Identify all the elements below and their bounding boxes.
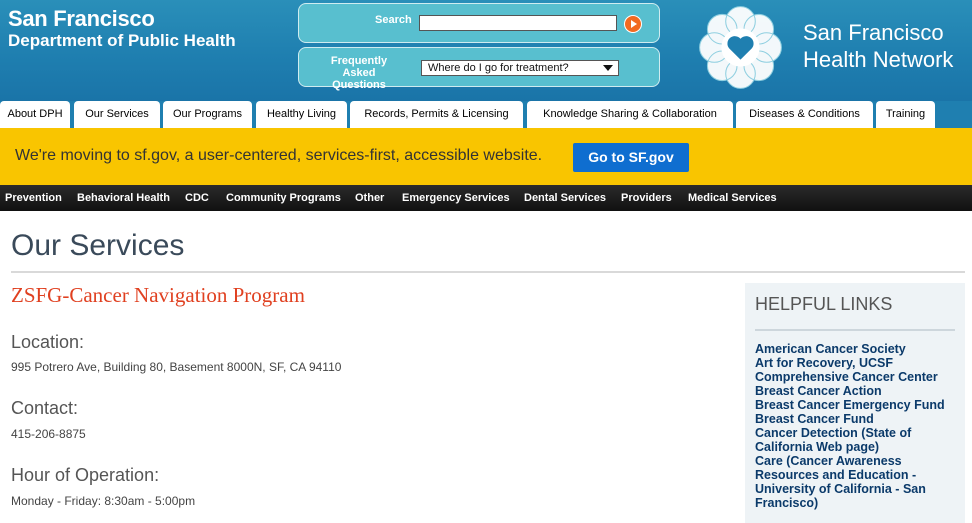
subnav-community-programs[interactable]: Community Programs xyxy=(226,192,341,204)
program-title: ZSFG-Cancer Navigation Program xyxy=(11,283,305,307)
page-title: Our Services xyxy=(11,229,185,262)
helpful-links-sidebar: HELPFUL LINKS American Cancer Society Ar… xyxy=(745,283,965,523)
link-breast-cancer-fund[interactable]: Breast Cancer Fund xyxy=(755,412,960,426)
search-go-icon[interactable] xyxy=(624,15,642,33)
heart-flower-logo-icon[interactable] xyxy=(697,4,784,91)
network-title-line-2: Health Network xyxy=(803,47,954,72)
title-divider xyxy=(11,271,965,273)
link-breast-cancer-emergency-fund[interactable]: Breast Cancer Emergency Fund xyxy=(755,398,960,412)
subnav-emergency-services[interactable]: Emergency Services xyxy=(402,192,510,204)
migration-banner: We're moving to sf.gov, a user-centered,… xyxy=(0,128,972,185)
faq-label: Frequently Asked Questions xyxy=(330,55,388,91)
search-input[interactable] xyxy=(419,15,617,31)
go-to-sfgov-button[interactable]: Go to SF.gov xyxy=(573,143,689,172)
subnav-medical-services[interactable]: Medical Services xyxy=(688,192,777,204)
subnav-prevention[interactable]: Prevention xyxy=(5,192,62,204)
location-label: Location: xyxy=(11,332,85,352)
hours-value: Monday - Friday: 8:30am - 5:00pm xyxy=(11,494,196,508)
tab-knowledge-sharing[interactable]: Knowledge Sharing & Collaboration xyxy=(527,101,733,128)
faq-selected-value: Where do I go for treatment? xyxy=(428,62,569,74)
helpful-links-list: American Cancer Society Art for Recovery… xyxy=(755,342,960,510)
search-label: Search xyxy=(375,14,412,26)
tab-our-services[interactable]: Our Services xyxy=(74,101,160,128)
hours-label: Hour of Operation: xyxy=(11,465,160,485)
subnav-cdc[interactable]: CDC xyxy=(185,192,209,204)
subnav-behavioral-health[interactable]: Behavioral Health xyxy=(77,192,170,204)
site-header: San Francisco Department of Public Healt… xyxy=(0,0,972,101)
logo-line-1: San Francisco xyxy=(8,6,155,31)
tab-our-programs[interactable]: Our Programs xyxy=(163,101,252,128)
logo-line-2: Department of Public Health xyxy=(8,31,236,50)
location-value: 995 Potrero Ave, Building 80, Basement 8… xyxy=(11,360,342,374)
dropdown-caret-icon xyxy=(603,65,613,71)
sfdph-logo[interactable]: San Francisco Department of Public Healt… xyxy=(8,7,236,51)
link-american-cancer-society[interactable]: American Cancer Society xyxy=(755,342,960,356)
search-panel: Search xyxy=(298,3,660,43)
contact-label: Contact: xyxy=(11,398,79,418)
faq-panel: Frequently Asked Questions Where do I go… xyxy=(298,47,660,91)
link-cancer-detection[interactable]: Cancer Detection (State of California We… xyxy=(755,426,960,454)
banner-message: We're moving to sf.gov, a user-centered,… xyxy=(15,147,543,164)
tab-diseases-conditions[interactable]: Diseases & Conditions xyxy=(736,101,873,128)
tab-records-permits[interactable]: Records, Permits & Licensing xyxy=(350,101,523,128)
services-subnav: Prevention Behavioral Health CDC Communi… xyxy=(0,185,972,211)
tab-healthy-living[interactable]: Healthy Living xyxy=(256,101,347,128)
sidebar-divider xyxy=(755,329,955,331)
helpful-links-heading: HELPFUL LINKS xyxy=(755,294,893,314)
link-breast-cancer-action[interactable]: Breast Cancer Action xyxy=(755,384,960,398)
tab-about-dph[interactable]: About DPH xyxy=(0,101,70,128)
tab-training[interactable]: Training xyxy=(876,101,935,128)
main-tabs: About DPH Our Services Our Programs Heal… xyxy=(0,101,972,128)
link-care-ucsf[interactable]: Care (Cancer Awareness Resources and Edu… xyxy=(755,454,960,510)
network-title-line-1: San Francisco xyxy=(803,20,944,45)
subnav-other[interactable]: Other xyxy=(355,192,384,204)
link-art-for-recovery[interactable]: Art for Recovery, UCSF Comprehensive Can… xyxy=(755,356,960,384)
subnav-dental-services[interactable]: Dental Services xyxy=(524,192,606,204)
network-title: San Francisco Health Network xyxy=(803,19,953,73)
faq-select[interactable]: Where do I go for treatment? xyxy=(421,60,619,76)
contact-value: 415-206-8875 xyxy=(11,427,86,441)
subnav-providers[interactable]: Providers xyxy=(621,192,672,204)
